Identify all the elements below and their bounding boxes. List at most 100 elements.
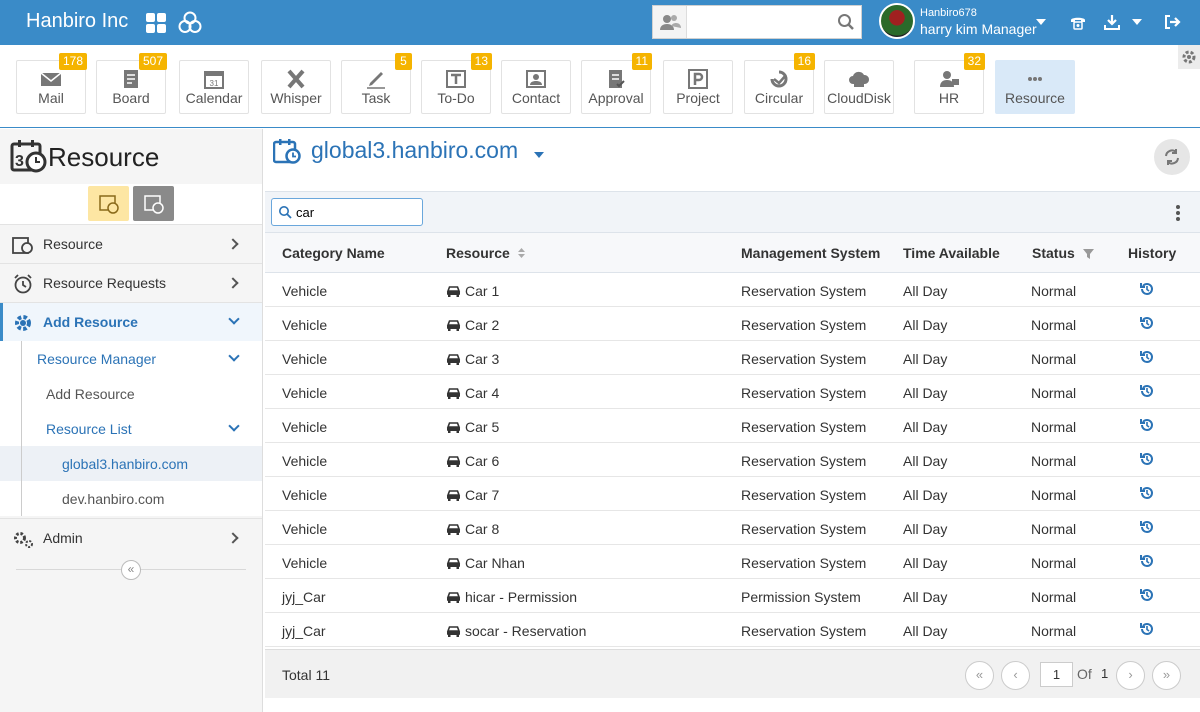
history-icon[interactable]	[1139, 485, 1155, 501]
module-hr[interactable]: 32 HR	[914, 53, 985, 114]
resource-name[interactable]: Car 8	[465, 521, 499, 537]
cell-resource[interactable]: Car 2	[446, 317, 499, 333]
col-category[interactable]: Category Name	[282, 245, 385, 261]
resource-name[interactable]: Car 2	[465, 317, 499, 333]
module-approval[interactable]: 11 Approval	[581, 53, 652, 114]
user-menu-chevron-down-icon[interactable]	[1036, 19, 1046, 25]
sidebar-item-global3[interactable]: global3.hanbiro.com	[0, 446, 262, 481]
module-contact[interactable]: Contact	[501, 60, 571, 114]
domain-chevron-down-icon[interactable]	[534, 152, 544, 158]
table-row[interactable]: Vehicle Car 4 Reservation System All Day Nor…	[265, 375, 1200, 409]
download-icon[interactable]	[1103, 13, 1121, 31]
table-row[interactable]: jyj_Car hicar - Permission Permission Syst…	[265, 579, 1200, 613]
module-todo[interactable]: 13 To-Do	[421, 53, 492, 114]
history-icon[interactable]	[1139, 281, 1155, 297]
resource-name[interactable]: Car 5	[465, 419, 499, 435]
table-row[interactable]: Vehicle Car 6 Reservation System All Day Nor…	[265, 443, 1200, 477]
page-title[interactable]: global3.hanbiro.com	[311, 137, 518, 164]
table-row[interactable]: Vehicle Car 2 Reservation System All Day Nor…	[265, 307, 1200, 341]
col-status[interactable]: Status	[1032, 245, 1094, 261]
logout-icon[interactable]	[1163, 13, 1181, 31]
phone-icon[interactable]	[1069, 13, 1087, 31]
more-options-icon[interactable]	[1176, 205, 1180, 221]
module-circular[interactable]: 16 Circular	[744, 53, 815, 114]
sidebar-item-dev[interactable]: dev.hanbiro.com	[0, 481, 262, 516]
avatar[interactable]	[879, 3, 915, 39]
cell-resource[interactable]: Car 3	[446, 351, 499, 367]
module-mail[interactable]: 178 Mail	[16, 53, 87, 114]
table-row[interactable]: Vehicle Car 3 Reservation System All Day Nor…	[265, 341, 1200, 375]
sidebar-item-add-resource-sub[interactable]: Add Resource	[0, 376, 262, 411]
history-icon[interactable]	[1139, 315, 1155, 331]
table-row[interactable]: Vehicle Car Nhan Reservation System All Day…	[265, 545, 1200, 579]
table-row[interactable]: jyj_Car socar - Reservation Reservation Sy…	[265, 613, 1200, 647]
cell-resource[interactable]: Car 8	[446, 521, 499, 537]
cell-resource[interactable]: socar - Reservation	[446, 623, 586, 639]
page-number-input[interactable]: 1	[1040, 662, 1073, 687]
history-icon[interactable]	[1139, 349, 1155, 365]
resource-search-field[interactable]	[271, 198, 423, 226]
collapse-sidebar-button[interactable]: «	[121, 560, 141, 580]
module-task[interactable]: 5 Task	[341, 53, 412, 114]
resource-name[interactable]: Car Nhan	[465, 555, 525, 571]
hanbiro-logo-icon[interactable]	[178, 11, 202, 35]
resource-name[interactable]: Car 4	[465, 385, 499, 401]
history-icon[interactable]	[1139, 383, 1155, 399]
username[interactable]: Hanbiro678	[920, 7, 977, 19]
sidebar-item-add-resource[interactable]: Add Resource	[0, 302, 262, 341]
cell-resource[interactable]: Car 6	[446, 453, 499, 469]
global-search-input[interactable]	[689, 8, 829, 36]
first-page-button[interactable]: «	[965, 661, 994, 690]
next-page-button[interactable]: ›	[1116, 661, 1145, 690]
history-icon[interactable]	[1139, 553, 1155, 569]
col-resource[interactable]: Resource	[446, 245, 526, 261]
sidebar-item-resource-requests[interactable]: Resource Requests	[0, 263, 262, 302]
resource-name[interactable]: Car 3	[465, 351, 499, 367]
history-icon[interactable]	[1139, 451, 1155, 467]
sidebar-item-resource-list[interactable]: Resource List	[0, 411, 262, 446]
col-management[interactable]: Management System	[741, 245, 880, 261]
history-icon[interactable]	[1139, 587, 1155, 603]
resource-search-input[interactable]	[296, 202, 416, 222]
resource-name[interactable]: Car 7	[465, 487, 499, 503]
module-project[interactable]: Project	[663, 60, 733, 114]
cell-resource[interactable]: Car 1	[446, 283, 499, 299]
sidebar-item-admin[interactable]: Admin	[0, 518, 262, 557]
resource-name[interactable]: Car 1	[465, 283, 499, 299]
table-row[interactable]: Vehicle Car 1 Reservation System All Day Nor…	[265, 273, 1200, 307]
table-row[interactable]: Vehicle Car 5 Reservation System All Day Nor…	[265, 409, 1200, 443]
schedule-view-button[interactable]	[133, 186, 174, 221]
col-time[interactable]: Time Available	[903, 245, 1000, 261]
apps-grid-icon[interactable]	[146, 13, 166, 33]
module-settings[interactable]	[1178, 45, 1200, 69]
cell-resource[interactable]: Car 5	[446, 419, 499, 435]
brand-name[interactable]: Hanbiro Inc	[26, 10, 128, 33]
history-icon[interactable]	[1139, 621, 1155, 637]
module-calendar[interactable]: 31 Calendar	[179, 60, 249, 114]
table-row[interactable]: Vehicle Car 8 Reservation System All Day Nor…	[265, 511, 1200, 545]
user-role[interactable]: harry kim Manager	[920, 21, 1037, 37]
cell-resource[interactable]: Car 4	[446, 385, 499, 401]
cell-resource[interactable]: hicar - Permission	[446, 589, 577, 605]
cell-resource[interactable]: Car 7	[446, 487, 499, 503]
module-clouddisk[interactable]: CloudDisk	[824, 60, 894, 114]
download-chevron-down-icon[interactable]	[1132, 19, 1142, 25]
sidebar-item-resource[interactable]: Resource	[0, 224, 262, 263]
sidebar-item-resource-manager[interactable]: Resource Manager	[0, 341, 262, 376]
module-whisper[interactable]: Whisper	[261, 60, 331, 114]
resource-name[interactable]: hicar - Permission	[465, 589, 577, 605]
history-icon[interactable]	[1139, 519, 1155, 535]
users-filter-icon[interactable]	[653, 6, 687, 38]
table-row[interactable]: Vehicle Car 7 Reservation System All Day Nor…	[265, 477, 1200, 511]
module-resource[interactable]: Resource	[995, 60, 1075, 114]
search-icon[interactable]	[837, 13, 855, 31]
prev-page-button[interactable]: ‹	[1001, 661, 1030, 690]
last-page-button[interactable]: »	[1152, 661, 1181, 690]
history-icon[interactable]	[1139, 417, 1155, 433]
cell-resource[interactable]: Car Nhan	[446, 555, 525, 571]
resource-name[interactable]: Car 6	[465, 453, 499, 469]
module-board[interactable]: 507 Board	[96, 53, 167, 114]
refresh-button[interactable]	[1154, 139, 1190, 175]
filter-icon[interactable]	[1082, 248, 1094, 259]
reservation-view-button[interactable]	[88, 186, 129, 221]
